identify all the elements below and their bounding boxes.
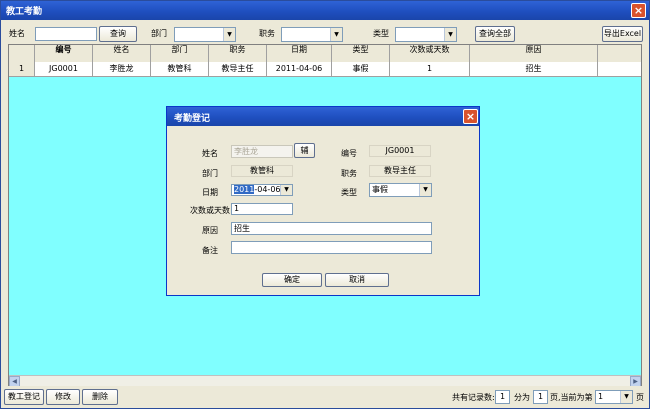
chevron-down-icon[interactable]: ▼ — [223, 28, 235, 41]
column-header[interactable]: 编号 — [35, 45, 93, 62]
dialog-count-input[interactable]: 1 — [231, 203, 293, 215]
type-select[interactable]: ▼ — [395, 27, 457, 42]
chevron-down-icon[interactable]: ▼ — [330, 28, 342, 41]
query-button[interactable]: 查询 — [99, 26, 137, 42]
dept-label: 部门 — [151, 29, 167, 38]
date-year-selected: 2011 — [234, 185, 255, 194]
dialog-dept-label: 部门 — [202, 169, 218, 178]
current-page-value: 1 — [598, 392, 604, 401]
dialog-post-label: 职务 — [341, 169, 357, 178]
ok-button[interactable]: 确定 — [262, 273, 322, 287]
edit-button[interactable]: 修改 — [46, 389, 80, 405]
dialog-post-value: 教导主任 — [369, 165, 431, 177]
query-all-button[interactable]: 查询全部 — [475, 26, 515, 42]
total-records-value: 1 — [495, 390, 510, 404]
dialog-reason-input[interactable]: 招生 — [231, 222, 432, 235]
column-header[interactable]: 类型 — [332, 45, 390, 62]
dept-select[interactable]: ▼ — [174, 27, 236, 42]
row-selector-header — [9, 45, 35, 62]
title-bar: 教工考勤 × — [1, 1, 649, 20]
name-input[interactable] — [35, 27, 97, 41]
name-label: 姓名 — [9, 29, 25, 38]
table-cell[interactable]: 教导主任 — [209, 62, 267, 76]
table-cell[interactable]: 教管科 — [151, 62, 209, 76]
dialog-remark-label: 备注 — [202, 246, 218, 255]
table-cell[interactable]: 1 — [390, 62, 470, 76]
dialog-name-label: 姓名 — [202, 149, 218, 158]
table-row[interactable]: 1 JG0001 李胜龙 教管科 教导主任 2011-04-06 事假 1 招生 — [9, 62, 641, 77]
close-icon[interactable]: × — [631, 3, 646, 18]
total-records-label: 共有记录数: — [452, 393, 495, 402]
assist-button[interactable]: 辅 — [294, 143, 315, 158]
dialog-reason-label: 原因 — [202, 226, 218, 235]
column-header[interactable]: 次数或天数 — [390, 45, 470, 62]
dialog-type-select[interactable]: 事假 ▼ — [369, 183, 432, 197]
column-header[interactable]: 姓名 — [93, 45, 151, 62]
date-rest: -04-06 — [254, 185, 281, 194]
dialog-close-icon[interactable]: × — [463, 109, 478, 124]
column-header[interactable]: 日期 — [267, 45, 332, 62]
post-label: 职务 — [259, 29, 275, 38]
dialog-title: 考勤登记 — [174, 114, 211, 124]
dialog-title-bar: 考勤登记 × — [167, 107, 479, 126]
toolbar: 姓名 查询 部门 ▼ 职务 ▼ 类型 ▼ 查询全部 导出Excel — [1, 20, 649, 44]
page-count-value: 1 — [533, 390, 548, 404]
current-page-select[interactable]: 1 ▼ — [595, 390, 633, 404]
table-cell[interactable]: 事假 — [332, 62, 390, 76]
main-window: 教工考勤 × 姓名 查询 部门 ▼ 职务 ▼ 类型 ▼ 查询全部 导出Excel… — [0, 0, 650, 409]
table-cell[interactable]: 李胜龙 — [93, 62, 151, 76]
page-suffix-label: 页 — [636, 393, 644, 402]
status-bar: 教工登记 修改 删除 共有记录数: 1 分为 1 页,当前为第 1 ▼ 页 — [1, 386, 649, 408]
dialog-date-label: 日期 — [202, 188, 218, 197]
date-picker[interactable]: 2011-04-06 ▼ — [231, 184, 293, 196]
divide-label: 分为 — [514, 393, 530, 402]
column-header[interactable]: 部门 — [151, 45, 209, 62]
dialog-name-input: 李胜龙 — [231, 145, 293, 158]
column-header[interactable]: 原因 — [470, 45, 598, 62]
dialog-remark-input[interactable] — [231, 241, 432, 254]
dialog-id-label: 编号 — [341, 149, 357, 158]
register-button[interactable]: 教工登记 — [4, 389, 44, 405]
row-index[interactable]: 1 — [9, 62, 35, 76]
chevron-down-icon[interactable]: ▼ — [620, 391, 632, 403]
table-cell[interactable]: 2011-04-06 — [267, 62, 332, 76]
dialog-type-value: 事假 — [372, 185, 388, 194]
export-excel-button[interactable]: 导出Excel — [602, 26, 643, 42]
dialog-id-value: JG0001 — [369, 145, 431, 157]
chevron-down-icon[interactable]: ▼ — [444, 28, 456, 41]
type-label: 类型 — [373, 29, 389, 38]
delete-button[interactable]: 删除 — [82, 389, 118, 405]
table-cell[interactable]: JG0001 — [35, 62, 93, 76]
chevron-down-icon[interactable]: ▼ — [280, 185, 292, 195]
dialog-dept-value: 教管科 — [231, 165, 293, 177]
column-header[interactable]: 职务 — [209, 45, 267, 62]
chevron-down-icon[interactable]: ▼ — [419, 184, 431, 196]
attendance-dialog: 考勤登记 × 姓名 李胜龙 辅 编号 JG0001 部门 教管科 职务 教导主任… — [166, 106, 480, 296]
table-cell[interactable]: 招生 — [470, 62, 598, 76]
grid-header: 编号 姓名 部门 职务 日期 类型 次数或天数 原因 — [9, 45, 641, 63]
dialog-type-label: 类型 — [341, 188, 357, 197]
post-select[interactable]: ▼ — [281, 27, 343, 42]
current-page-label: 页,当前为第 — [550, 393, 593, 402]
cancel-button[interactable]: 取消 — [325, 273, 389, 287]
dialog-count-label: 次数或天数 — [190, 206, 230, 215]
window-title: 教工考勤 — [6, 7, 43, 17]
